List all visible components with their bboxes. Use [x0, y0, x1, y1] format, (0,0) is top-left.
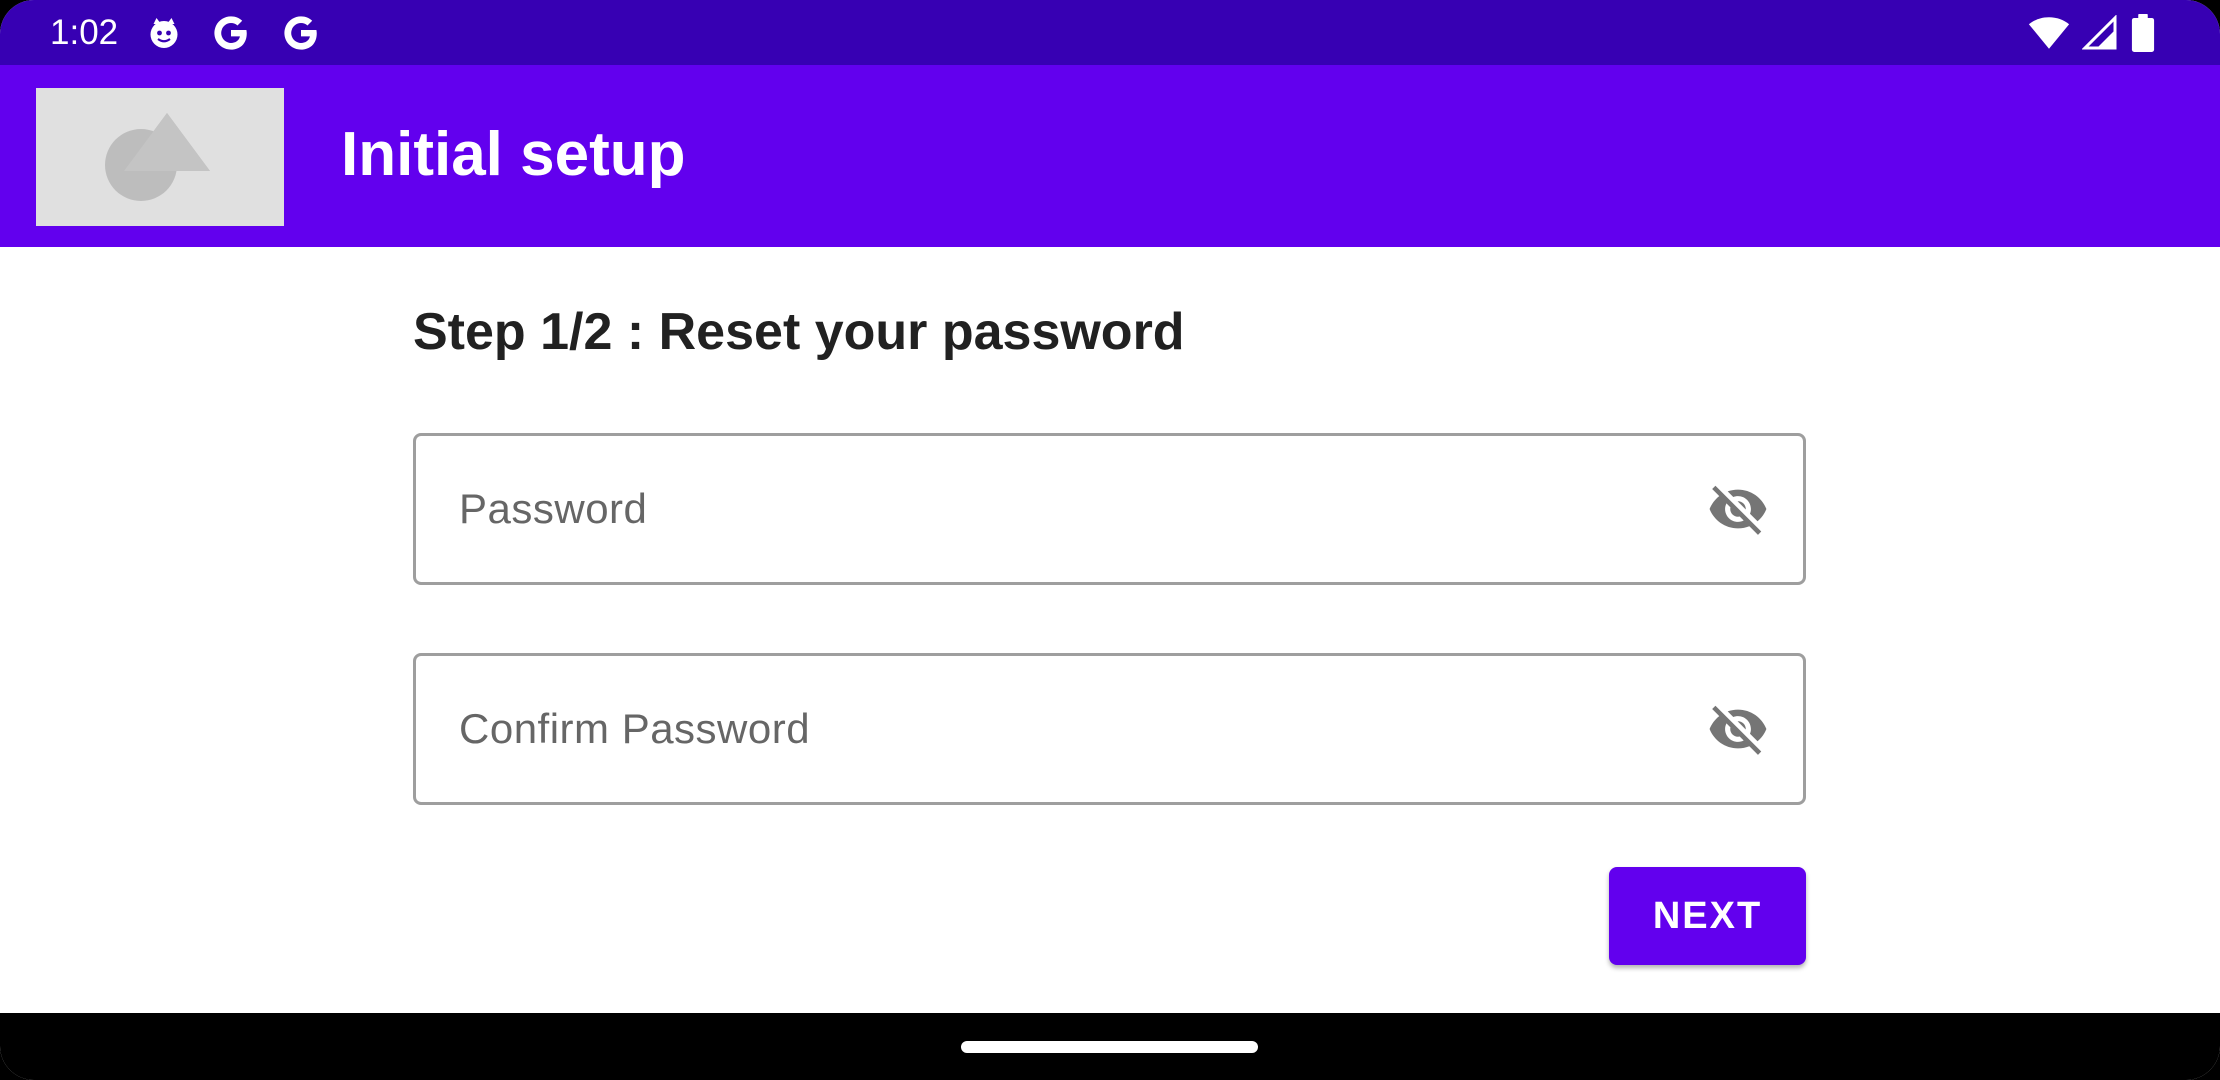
battery-icon [2130, 13, 2156, 52]
cell-signal-icon [2082, 14, 2118, 51]
app-bar: Initial setup [0, 65, 2220, 247]
status-time: 1:02 [50, 12, 119, 52]
status-left: 1:02 [50, 12, 322, 54]
password-visibility-toggle[interactable] [1693, 464, 1783, 554]
visibility-off-icon [1709, 485, 1767, 535]
google-g-icon [280, 12, 322, 54]
step-title: Step 1/2 : Reset your password [413, 303, 1185, 361]
visibility-off-icon [1709, 705, 1767, 755]
app-screen: 1:02 Initial setup Step 1/2: Reset your… [0, 0, 2220, 1080]
main-content: Step 1/2 : Reset your password NEXT [0, 247, 2220, 1013]
google-g-icon [210, 12, 252, 54]
app-title: Initial setup [341, 120, 686, 189]
navigation-bar [0, 1013, 2220, 1080]
next-button[interactable]: NEXT [1609, 867, 1806, 965]
placeholder-image-icon [36, 88, 284, 226]
password-field[interactable] [413, 433, 1806, 585]
wifi-icon [2028, 15, 2070, 51]
confirm-password-field[interactable] [413, 653, 1806, 805]
cat-face-icon [146, 15, 182, 51]
confirm-password-input[interactable] [416, 656, 1693, 802]
status-bar: 1:02 [0, 0, 2220, 65]
home-gesture-handle[interactable] [961, 1041, 1258, 1053]
password-input[interactable] [416, 436, 1693, 582]
confirm-password-visibility-toggle[interactable] [1693, 684, 1783, 774]
status-right [2028, 13, 2170, 52]
